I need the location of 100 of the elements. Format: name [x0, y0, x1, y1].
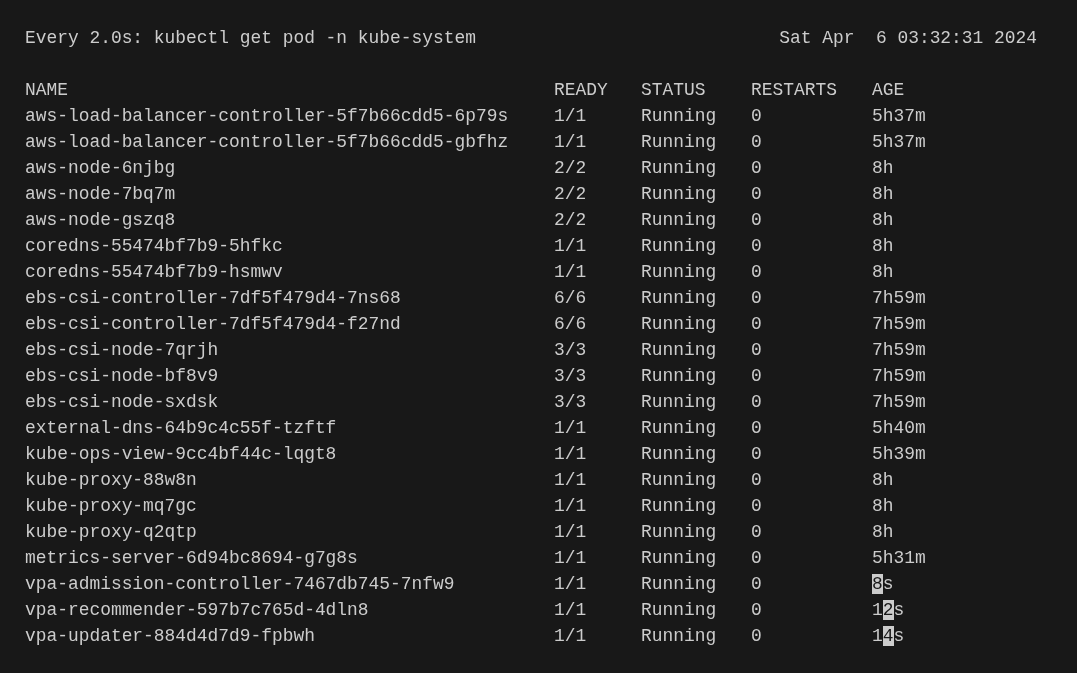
- table-cell-text: 0: [751, 599, 763, 622]
- table-cell-text: 8s: [872, 573, 894, 596]
- table-cell-text: 1/1: [554, 417, 588, 440]
- table-cell-text: Running: [641, 131, 718, 154]
- table-cell-text: coredns-55474bf7b9-hsmwv: [25, 261, 284, 284]
- table-cell-text: 1/1: [554, 105, 588, 128]
- table-cell-text: 7h59m: [872, 391, 926, 414]
- table-cell-text: Running: [641, 625, 718, 648]
- table-cell-text: 14s: [872, 625, 905, 648]
- watch-command: Every 2.0s: kubectl get pod -n kube-system: [25, 27, 476, 50]
- table-cell-text: 1/1: [554, 521, 588, 544]
- table-cell-text: 1/1: [554, 495, 588, 518]
- table-cell-text: 2/2: [554, 209, 588, 232]
- table-cell-text: 8h: [872, 495, 894, 518]
- table-cell-text: 0: [751, 313, 763, 336]
- table-cell-text: Running: [641, 599, 718, 622]
- table-cell-text: kube-proxy-mq7gc: [25, 495, 198, 518]
- table-cell-text: 8h: [872, 521, 894, 544]
- table-cell-text: Running: [641, 339, 718, 362]
- table-cell-text: aws-node-7bq7m: [25, 183, 177, 206]
- column-header: STATUS: [641, 79, 707, 102]
- table-cell-text: 2/2: [554, 157, 588, 180]
- table-cell-text: 0: [751, 391, 763, 414]
- table-cell-text: 0: [751, 365, 763, 388]
- table-cell-text: 6/6: [554, 313, 588, 336]
- table-cell-text: Running: [641, 417, 718, 440]
- table-cell-text: 8h: [872, 469, 894, 492]
- table-cell-text: Running: [641, 443, 718, 466]
- table-cell-text: 8h: [872, 209, 894, 232]
- table-cell-text: aws-node-6njbg: [25, 157, 177, 180]
- table-cell-text: 0: [751, 469, 763, 492]
- table-cell-text: 7h59m: [872, 365, 926, 388]
- table-cell-text: vpa-recommender-597b7c765d-4dln8: [25, 599, 370, 622]
- table-cell-text: 8h: [872, 261, 894, 284]
- table-cell-text: 7h59m: [872, 287, 926, 310]
- table-cell-text: Running: [641, 573, 718, 596]
- table-cell-text: 0: [751, 495, 763, 518]
- table-cell-text: 0: [751, 339, 763, 362]
- table-cell-text: Running: [641, 157, 718, 180]
- column-header: RESTARTS: [751, 79, 838, 102]
- table-cell-text: 3/3: [554, 391, 588, 414]
- table-cell-text: Running: [641, 235, 718, 258]
- table-cell-text: vpa-updater-884d4d7d9-fpbwh: [25, 625, 316, 648]
- table-cell-text: aws-load-balancer-controller-5f7b66cdd5-6p79s: [25, 105, 510, 128]
- table-cell-text: 2/2: [554, 183, 588, 206]
- table-cell-text: 0: [751, 157, 763, 180]
- table-cell-text: kube-ops-view-9cc4bf44c-lqgt8: [25, 443, 338, 466]
- table-cell-text: Running: [641, 495, 718, 518]
- table-cell-text: 1/1: [554, 625, 588, 648]
- table-cell-text: ebs-csi-node-sxdsk: [25, 391, 220, 414]
- table-cell-text: 1/1: [554, 547, 588, 570]
- table-cell-text: ebs-csi-node-7qrjh: [25, 339, 220, 362]
- table-cell-text: 5h37m: [872, 131, 926, 154]
- table-cell-text: ebs-csi-controller-7df5f479d4-f27nd: [25, 313, 402, 336]
- table-cell-text: coredns-55474bf7b9-5hfkc: [25, 235, 284, 258]
- table-cell-text: Running: [641, 261, 718, 284]
- table-cell-text: 8h: [872, 235, 894, 258]
- table-cell-text: 1/1: [554, 573, 588, 596]
- table-cell-text: 1/1: [554, 261, 588, 284]
- table-cell-text: external-dns-64b9c4c55f-tzftf: [25, 417, 338, 440]
- table-cell-text: 0: [751, 521, 763, 544]
- table-cell-text: Running: [641, 183, 718, 206]
- table-cell-text: 0: [751, 443, 763, 466]
- table-cell-text: 1/1: [554, 599, 588, 622]
- table-cell-text: 0: [751, 417, 763, 440]
- table-cell-text: 0: [751, 235, 763, 258]
- table-cell-text: Running: [641, 521, 718, 544]
- table-cell-text: Running: [641, 313, 718, 336]
- table-cell-text: 0: [751, 105, 763, 128]
- table-cell-text: 5h39m: [872, 443, 926, 466]
- table-cell-text: 0: [751, 573, 763, 596]
- column-header: NAME: [25, 79, 69, 102]
- table-cell-text: 7h59m: [872, 339, 926, 362]
- table-cell-text: 0: [751, 209, 763, 232]
- table-cell-text: 5h37m: [872, 105, 926, 128]
- table-cell-text: 6/6: [554, 287, 588, 310]
- table-cell-text: 5h40m: [872, 417, 926, 440]
- table-cell-text: metrics-server-6d94bc8694-g7g8s: [25, 547, 359, 570]
- table-cell-text: 3/3: [554, 339, 588, 362]
- table-cell-text: Running: [641, 391, 718, 414]
- table-cell-text: ebs-csi-node-bf8v9: [25, 365, 220, 388]
- table-cell-text: 0: [751, 287, 763, 310]
- table-cell-text: 3/3: [554, 365, 588, 388]
- table-cell-text: Running: [641, 209, 718, 232]
- timestamp: Sat Apr 6 03:32:31 2024: [779, 27, 1037, 50]
- column-header: AGE: [872, 79, 906, 102]
- table-cell-text: 1/1: [554, 235, 588, 258]
- table-cell-text: vpa-admission-controller-7467db745-7nfw9: [25, 573, 456, 596]
- table-cell-text: aws-load-balancer-controller-5f7b66cdd5-gbfhz: [25, 131, 510, 154]
- table-cell-text: 1/1: [554, 443, 588, 466]
- table-cell-text: 1/1: [554, 131, 588, 154]
- table-cell-text: 12s: [872, 599, 905, 622]
- table-cell-text: 5h31m: [872, 547, 926, 570]
- table-cell-text: 0: [751, 625, 763, 648]
- column-header: READY: [554, 79, 609, 102]
- table-cell-text: ebs-csi-controller-7df5f479d4-7ns68: [25, 287, 402, 310]
- table-cell-text: Running: [641, 469, 718, 492]
- table-cell-text: 7h59m: [872, 313, 926, 336]
- table-cell-text: kube-proxy-q2qtp: [25, 521, 198, 544]
- table-cell-text: Running: [641, 287, 718, 310]
